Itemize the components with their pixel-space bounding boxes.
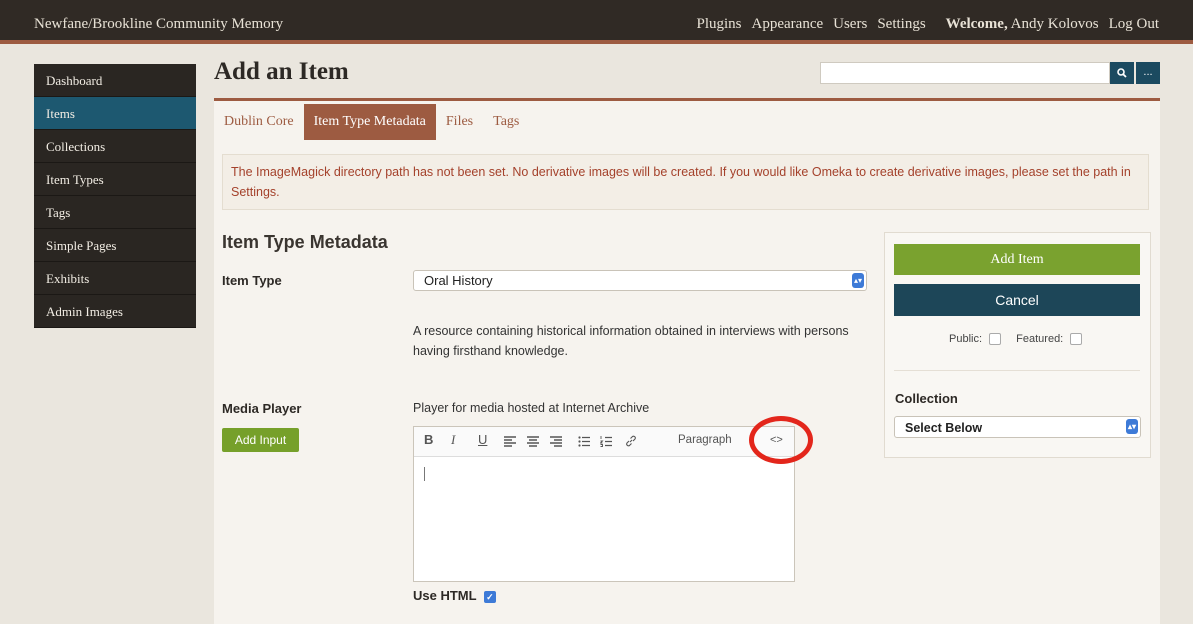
use-html-label: Use HTML <box>413 588 477 603</box>
sidebar-item-admin-images[interactable]: Admin Images <box>34 295 196 328</box>
italic-button[interactable]: I <box>451 432 455 448</box>
media-player-label: Media Player <box>222 401 302 416</box>
align-center-icon[interactable] <box>527 436 539 447</box>
sidebar-item-exhibits[interactable]: Exhibits <box>34 262 196 295</box>
collection-label: Collection <box>895 391 958 406</box>
user-name[interactable]: Andy Kolovos <box>1011 16 1099 32</box>
cancel-button[interactable]: Cancel <box>894 284 1140 316</box>
tab-files[interactable]: Files <box>436 104 483 140</box>
sidebar-item-item-types[interactable]: Item Types <box>34 163 196 196</box>
link-icon[interactable] <box>625 435 637 447</box>
collection-select[interactable]: Select Below ▴▾ <box>894 416 1141 438</box>
select-arrows-icon: ▴▾ <box>1126 419 1138 434</box>
text-caret <box>424 467 425 481</box>
item-type-select[interactable]: Oral History ▴▾ <box>413 270 867 291</box>
highlight-circle-annotation <box>749 416 813 464</box>
top-nav: Plugins Appearance Users Settings Welcom… <box>697 16 1160 33</box>
select-arrows-icon: ▴▾ <box>852 273 864 288</box>
logout-link[interactable]: Log Out <box>1109 16 1159 33</box>
public-label: Public: <box>949 333 983 345</box>
imagemagick-notice: The ImageMagick directory path has not b… <box>222 154 1149 210</box>
sidebar: Dashboard Items Collections Item Types T… <box>34 64 196 328</box>
item-type-description: A resource containing historical informa… <box>413 324 849 358</box>
add-input-button[interactable]: Add Input <box>222 428 299 452</box>
paragraph-format-select[interactable]: Paragraph <box>678 434 732 446</box>
nav-settings[interactable]: Settings <box>877 16 925 33</box>
page-title: Add an Item <box>214 58 349 85</box>
top-bar: Newfane/Brookline Community Memory Plugi… <box>0 0 1193 44</box>
search-button[interactable] <box>1110 62 1134 84</box>
sidebar-item-collections[interactable]: Collections <box>34 130 196 163</box>
sidebar-item-tags[interactable]: Tags <box>34 196 196 229</box>
media-player-description: Player for media hosted at Internet Arch… <box>413 401 650 415</box>
tab-bar: Dublin Core Item Type Metadata Files Tag… <box>214 104 529 140</box>
use-html-checkbox[interactable]: ✓ <box>483 590 496 603</box>
align-right-icon[interactable] <box>550 436 562 447</box>
nav-appearance[interactable]: Appearance <box>752 16 824 33</box>
bold-button[interactable]: B <box>424 432 433 447</box>
search-input[interactable] <box>820 62 1110 84</box>
underline-button[interactable]: U <box>478 432 487 447</box>
item-type-value: Oral History <box>424 273 493 288</box>
item-type-label: Item Type <box>222 273 282 288</box>
side-divider <box>894 370 1140 371</box>
bullet-list-icon[interactable] <box>578 436 590 447</box>
welcome-text: Welcome, Andy Kolovos <box>946 16 1099 33</box>
collection-value: Select Below <box>905 421 983 435</box>
sidebar-item-dashboard[interactable]: Dashboard <box>34 64 196 97</box>
tab-item-type-metadata[interactable]: Item Type Metadata <box>303 104 436 140</box>
tab-dublin-core[interactable]: Dublin Core <box>214 104 304 140</box>
site-title[interactable]: Newfane/Brookline Community Memory <box>34 16 283 33</box>
nav-users[interactable]: Users <box>833 16 867 33</box>
search-icon <box>1117 68 1127 78</box>
search-bar: ... <box>820 62 1160 84</box>
editor-content-area[interactable] <box>414 457 794 581</box>
featured-label: Featured: <box>1016 333 1064 345</box>
sidebar-item-items[interactable]: Items <box>34 97 196 130</box>
advanced-search-button[interactable]: ... <box>1136 62 1160 84</box>
tab-tags[interactable]: Tags <box>483 104 529 140</box>
public-checkbox[interactable] <box>989 333 1002 346</box>
visibility-options: Public: Featured: <box>949 333 1094 346</box>
nav-plugins[interactable]: Plugins <box>697 16 742 33</box>
add-item-button[interactable]: Add Item <box>894 244 1140 275</box>
featured-checkbox[interactable] <box>1070 333 1083 346</box>
section-title: Item Type Metadata <box>222 232 388 252</box>
editor-toolbar: B I U Paragraph <> <box>414 427 794 457</box>
numbered-list-icon[interactable] <box>600 436 612 447</box>
sidebar-item-simple-pages[interactable]: Simple Pages <box>34 229 196 262</box>
welcome-prefix: Welcome, <box>945 16 1008 32</box>
use-html-toggle[interactable]: Use HTML ✓ <box>413 588 496 603</box>
align-left-icon[interactable] <box>504 436 516 447</box>
rich-text-editor: B I U Paragraph <> <box>413 426 795 582</box>
